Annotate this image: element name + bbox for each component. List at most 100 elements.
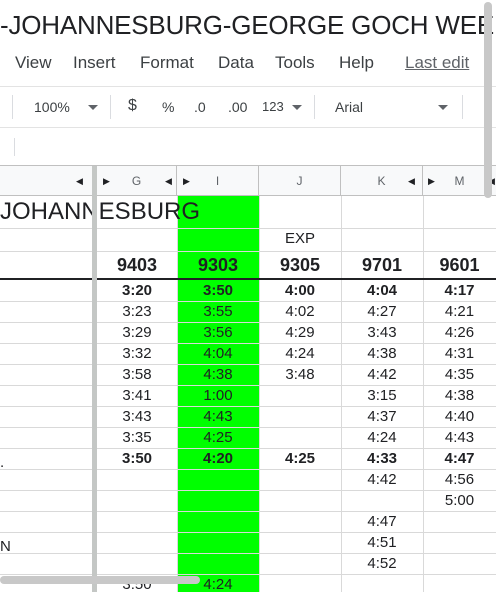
document-title[interactable]: -JOHANNESBURG-GEORGE GOCH WEEK.Edi [0,10,496,41]
time-cell[interactable] [177,469,259,490]
percent-format-button[interactable]: % [162,99,174,115]
time-cell[interactable]: 5:00 [423,490,496,511]
menu-tools[interactable]: Tools [275,53,315,73]
time-cell[interactable]: 4:35 [423,364,496,385]
time-cell[interactable]: 3:48 [259,364,341,385]
time-cell[interactable] [423,532,496,553]
time-cell[interactable]: 4:38 [341,343,423,364]
train-number-cell[interactable]: 9305 [259,251,341,279]
time-cell[interactable]: 4:04 [341,280,423,301]
time-cell[interactable]: 4:47 [341,511,423,532]
time-cell[interactable]: 3:55 [177,301,259,322]
time-cell[interactable] [97,511,177,532]
decrease-decimal-button[interactable]: .0 [194,99,206,115]
time-cell[interactable]: 3:50 [177,280,259,301]
chevron-down-icon[interactable] [88,105,98,110]
time-cell[interactable] [259,574,341,592]
menu-data[interactable]: Data [218,53,254,73]
hidden-columns-right-arrow-icon[interactable]: ▶ [428,166,435,196]
time-cell[interactable]: 4:00 [259,280,341,301]
time-cell[interactable]: 4:25 [259,448,341,469]
hidden-columns-left-arrow-icon[interactable]: ◀ [408,166,415,196]
time-cell[interactable] [259,427,341,448]
time-cell[interactable]: 3:41 [97,385,177,406]
time-cell[interactable] [259,490,341,511]
time-cell[interactable]: 3:35 [97,427,177,448]
hidden-columns-left-arrow-icon[interactable]: ◀ [165,166,172,196]
time-cell[interactable] [341,490,423,511]
menu-format[interactable]: Format [140,53,194,73]
vertical-scrollbar[interactable] [484,2,492,198]
hidden-columns-left-arrow-icon[interactable]: ◀ [76,166,83,196]
time-cell[interactable]: 3:32 [97,343,177,364]
time-cell[interactable]: 3:43 [341,322,423,343]
time-cell[interactable]: 3:56 [177,322,259,343]
horizontal-scrollbar[interactable] [0,576,200,584]
train-number-cell[interactable]: 9303 [177,251,259,279]
chevron-down-icon[interactable] [438,105,448,110]
menu-view[interactable]: View [15,53,52,73]
time-cell[interactable]: 4:42 [341,364,423,385]
time-cell[interactable] [423,553,496,574]
menu-insert[interactable]: Insert [73,53,116,73]
time-cell[interactable] [177,532,259,553]
time-cell[interactable]: 4:24 [341,427,423,448]
time-cell[interactable]: 4:37 [341,406,423,427]
train-number-cell[interactable]: 9403 [97,251,177,279]
time-cell[interactable] [97,553,177,574]
train-number-cell[interactable]: 9701 [341,251,423,279]
time-cell[interactable]: 4:47 [423,448,496,469]
time-cell[interactable]: 3:23 [97,301,177,322]
time-cell[interactable]: 4:52 [341,553,423,574]
time-cell[interactable] [177,553,259,574]
train-number-cell[interactable]: 9601 [423,251,496,279]
time-cell[interactable] [259,511,341,532]
time-cell[interactable]: 4:38 [423,385,496,406]
time-cell[interactable] [423,511,496,532]
time-cell[interactable]: 4:38 [177,364,259,385]
time-cell[interactable]: 3:15 [341,385,423,406]
currency-format-button[interactable]: $ [128,97,137,115]
time-cell[interactable]: 4:21 [423,301,496,322]
increase-decimal-button[interactable]: .00 [228,99,247,115]
zoom-select[interactable]: 100% [34,99,70,115]
time-cell[interactable] [341,574,423,592]
chevron-down-icon[interactable] [292,105,302,110]
hidden-columns-right-arrow-icon[interactable]: ▶ [103,166,110,196]
time-cell[interactable]: 4:24 [259,343,341,364]
time-cell[interactable]: 4:25 [177,427,259,448]
time-cell[interactable] [259,553,341,574]
time-cell[interactable] [423,574,496,592]
time-cell[interactable]: 4:02 [259,301,341,322]
time-cell[interactable]: 3:43 [97,406,177,427]
time-cell[interactable]: 4:56 [423,469,496,490]
time-cell[interactable]: 4:43 [423,427,496,448]
time-cell[interactable] [97,469,177,490]
formula-bar[interactable] [0,128,496,166]
time-cell[interactable] [259,406,341,427]
frozen-columns-divider[interactable] [92,166,97,592]
menu-help[interactable]: Help [339,53,374,73]
time-cell[interactable]: 3:50 [97,448,177,469]
column-header-j[interactable]: J [259,166,341,196]
font-select[interactable]: Arial [335,99,363,115]
time-cell[interactable]: 3:29 [97,322,177,343]
time-cell[interactable]: 4:26 [423,322,496,343]
sheet-grid[interactable]: JOHANNESBURG EXP . N 9403 9303 9305 9701… [0,196,496,592]
number-format-select[interactable]: 123 [262,99,284,114]
time-cell[interactable] [177,490,259,511]
hidden-columns-right-arrow-icon[interactable]: ▶ [183,166,190,196]
time-cell[interactable]: 4:20 [177,448,259,469]
time-cell[interactable] [259,532,341,553]
time-cell[interactable]: 4:04 [177,343,259,364]
time-cell[interactable]: 1:00 [177,385,259,406]
time-cell[interactable] [97,490,177,511]
time-cell[interactable]: 4:51 [341,532,423,553]
time-cell[interactable]: 4:31 [423,343,496,364]
time-cell[interactable] [97,532,177,553]
time-cell[interactable]: 4:42 [341,469,423,490]
time-cell[interactable] [177,511,259,532]
time-cell[interactable]: 3:58 [97,364,177,385]
time-cell[interactable]: 4:17 [423,280,496,301]
time-cell[interactable]: 4:40 [423,406,496,427]
